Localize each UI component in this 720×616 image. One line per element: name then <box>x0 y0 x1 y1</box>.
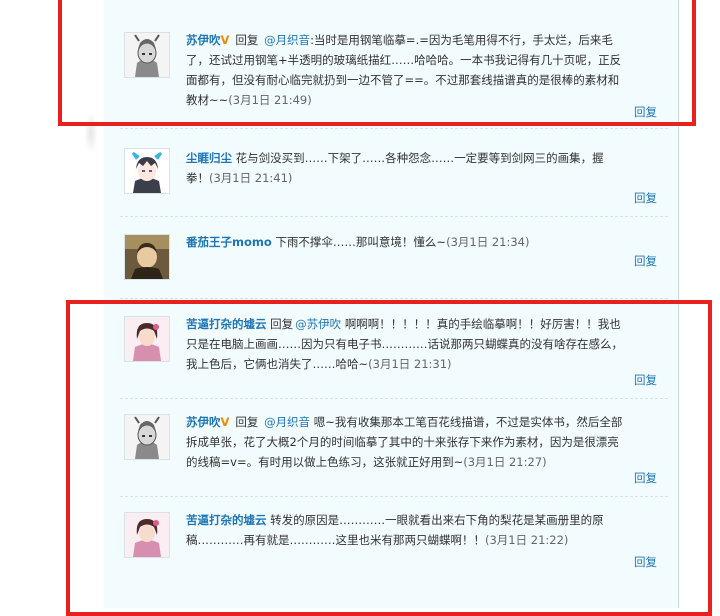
photo-avatar-icon[interactable] <box>124 234 170 280</box>
anime-boy-avatar-icon[interactable] <box>124 148 170 194</box>
highlight-box-top <box>58 0 696 126</box>
comment-body: 番茄王子momo 下雨不撑伞……那叫意境！懂么~(3月1日 21:34) <box>186 232 626 252</box>
comment-body: 尘睚归尘 花与剑没买到……下架了……各种怨念……一定要等到剑网三的画集，握拳！(… <box>186 148 626 188</box>
comment-text: 下雨不撑伞……那叫意境！懂么~ <box>275 235 447 249</box>
comment-time: (3月1日 21:41) <box>209 171 293 185</box>
comment-username[interactable]: 番茄王子momo <box>186 235 272 249</box>
comment-time: (3月1日 21:34) <box>446 235 530 249</box>
divider <box>120 216 668 217</box>
divider <box>120 298 668 299</box>
divider <box>120 128 668 129</box>
comment-username[interactable]: 尘睚归尘 <box>186 151 232 165</box>
reply-button[interactable]: 回复 <box>634 253 657 269</box>
reply-button[interactable]: 回复 <box>634 190 657 206</box>
highlight-box-bottom <box>66 300 712 616</box>
